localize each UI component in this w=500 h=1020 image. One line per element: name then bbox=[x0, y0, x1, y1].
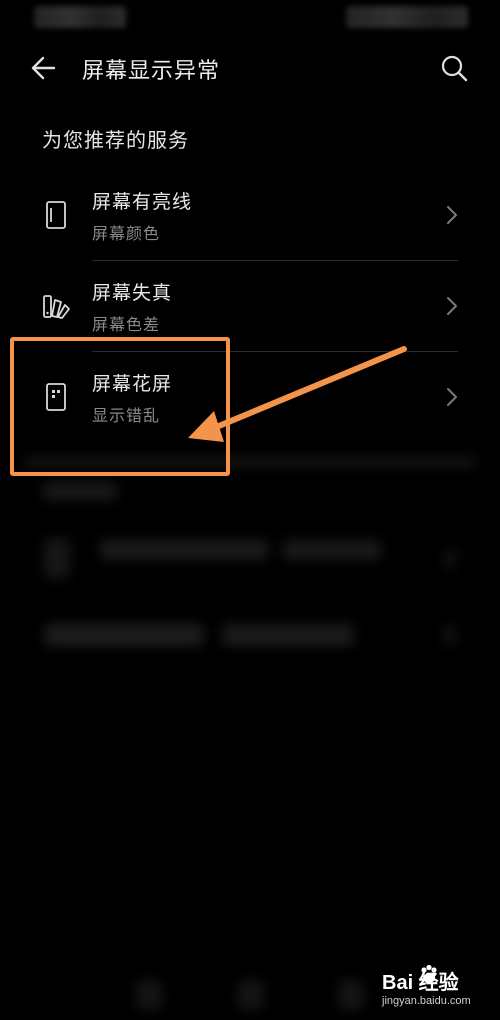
blurred-section-title bbox=[42, 482, 118, 500]
baidu-jingyan-watermark: Bai 经验 jingyan.baidu.com bbox=[380, 962, 492, 1016]
chevron-right-icon bbox=[447, 206, 457, 224]
blurred-nav-button bbox=[238, 980, 264, 1010]
search-icon bbox=[441, 55, 468, 82]
service-item-title: 屏幕失真 bbox=[92, 282, 173, 304]
phone-screen-icon bbox=[46, 201, 66, 229]
status-bar-right bbox=[346, 6, 468, 28]
blurred-list-text bbox=[100, 540, 268, 560]
blurred-chevron bbox=[444, 548, 456, 570]
blurred-nav-button bbox=[338, 980, 364, 1010]
status-bar-left bbox=[34, 6, 126, 28]
watermark-brand: Bai 经验 bbox=[382, 972, 459, 994]
annotation-arrow-icon bbox=[188, 346, 407, 442]
chevron-right-icon bbox=[447, 388, 457, 406]
blurred-list-icon bbox=[44, 538, 70, 578]
arrow-left-icon bbox=[31, 56, 56, 80]
top-app-bar: 屏幕显示异常 bbox=[0, 44, 500, 92]
watermark-url: jingyan.baidu.com bbox=[382, 995, 471, 1007]
service-item-bright-line[interactable]: 屏幕有亮线 屏幕颜色 bbox=[24, 171, 476, 262]
recommended-section-title: 为您推荐的服务 bbox=[42, 128, 189, 152]
back-button[interactable] bbox=[26, 50, 62, 86]
blurred-list-text bbox=[222, 624, 354, 646]
service-item-title: 屏幕有亮线 bbox=[92, 191, 193, 213]
page-title: 屏幕显示异常 bbox=[82, 59, 221, 84]
service-item-subtitle: 屏幕色差 bbox=[92, 315, 161, 334]
color-palette-icon bbox=[43, 295, 70, 319]
blurred-chevron bbox=[444, 624, 456, 646]
service-item-subtitle: 屏幕颜色 bbox=[92, 224, 161, 243]
highlight-box bbox=[10, 337, 230, 476]
chevron-right-icon bbox=[447, 297, 457, 315]
search-button[interactable] bbox=[436, 50, 472, 86]
list-divider bbox=[92, 260, 458, 261]
blurred-list-text bbox=[282, 540, 382, 560]
blurred-nav-button bbox=[136, 980, 162, 1010]
blurred-list-text bbox=[44, 624, 204, 646]
